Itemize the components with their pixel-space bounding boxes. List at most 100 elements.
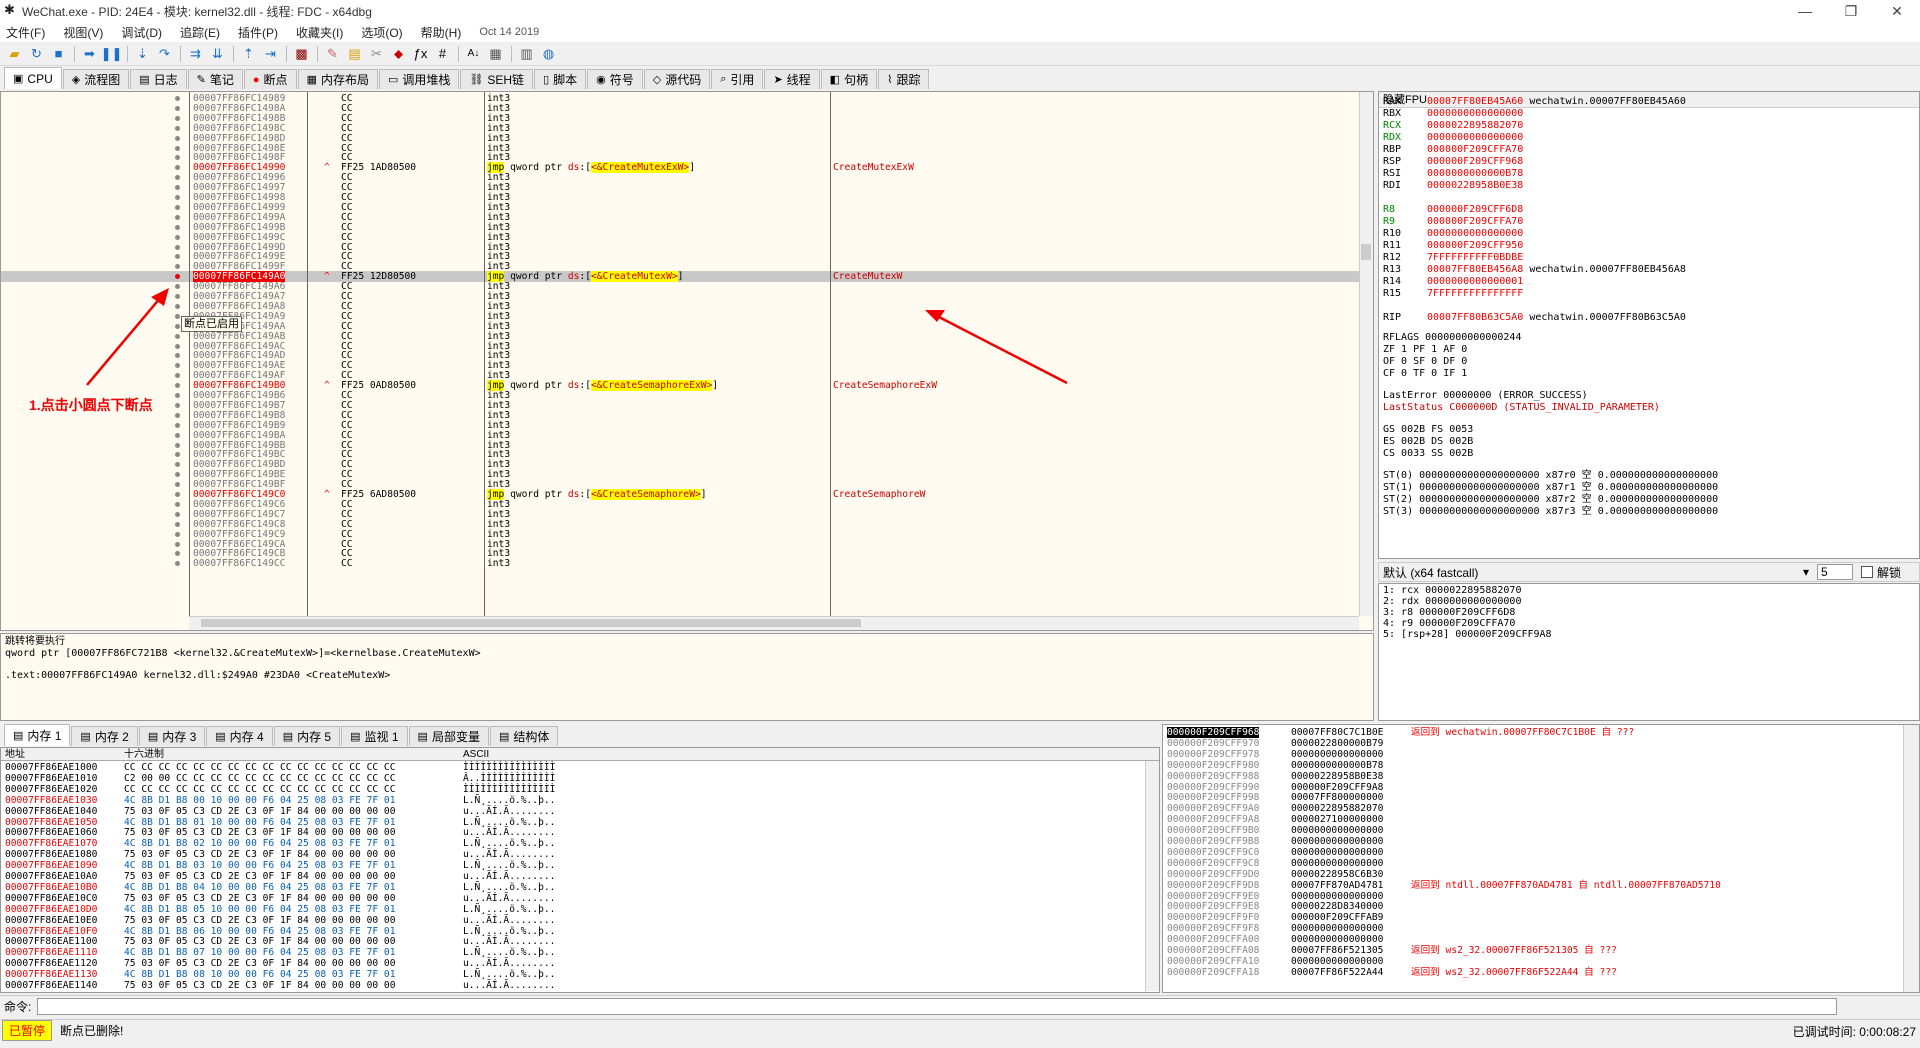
menu-item[interactable]: 追踪(E) xyxy=(180,24,220,41)
tab-流程图[interactable]: ◈ 流程图 xyxy=(62,69,130,89)
register-row[interactable]: R15 7FFFFFFFFFFFFFFF xyxy=(1383,288,1523,299)
flags-row[interactable]: OF 0 SF 0 DF 0 xyxy=(1383,356,1467,367)
tab-跟踪[interactable]: ⌇ 跟踪 xyxy=(878,69,930,89)
bookmarks-icon[interactable]: ⬥ xyxy=(388,44,409,64)
trace-into-icon[interactable]: ⇉ xyxy=(185,44,206,64)
tab-线程[interactable]: ➤ 线程 xyxy=(764,69,820,89)
stack-view[interactable]: 000000F209CFF968 00007FF80C7C1B0E 返回到 wech… xyxy=(1162,724,1920,993)
flags-row[interactable]: CF 0 TF 0 IF 1 xyxy=(1383,368,1467,379)
argument-row[interactable]: 3: r8 000000F209CFF6D8 xyxy=(1383,607,1915,618)
register-row[interactable]: RDX 0000000000000000 xyxy=(1383,132,1523,143)
register-row[interactable] xyxy=(1383,300,1427,311)
dump-tab[interactable]: ▤ 内存 3 xyxy=(138,726,206,746)
register-row[interactable]: RBP 000000F209CFFA70 xyxy=(1383,144,1523,155)
argument-row[interactable]: 4: r9 000000F209CFFA70 xyxy=(1383,618,1915,629)
registers-panel[interactable]: 隐藏FPU RAX 00007FF80EB45A60 wechatwin.0000… xyxy=(1378,91,1920,559)
hex-column-header[interactable]: 十六进制 xyxy=(124,748,164,761)
register-row[interactable]: R14 0000000000000001 xyxy=(1383,276,1523,287)
font-icon[interactable]: A↓ xyxy=(463,44,484,64)
tab-句柄[interactable]: ◧ 句柄 xyxy=(820,69,878,89)
calculator-icon[interactable]: ▦ xyxy=(485,44,506,64)
menu-item[interactable]: 调试(D) xyxy=(121,24,162,41)
tab-符号[interactable]: ◉ 符号 xyxy=(587,69,643,89)
command-input[interactable] xyxy=(37,998,1838,1015)
flags-row[interactable]: RFLAGS 0000000000000244 xyxy=(1383,332,1521,343)
cheat-sheet-icon[interactable]: ▥ xyxy=(516,44,537,64)
argument-row[interactable]: 2: rdx 0000000000000000 xyxy=(1383,596,1915,607)
register-row[interactable]: R11 000000F209CFF950 xyxy=(1383,240,1523,251)
register-row[interactable]: RSI 0000000000000B78 xyxy=(1383,168,1523,179)
tab-CPU[interactable]: ▣ CPU xyxy=(4,67,62,89)
tab-源代码[interactable]: ◇ 源代码 xyxy=(643,69,711,89)
ascii-column-header[interactable]: ASCII xyxy=(463,748,489,761)
close-button[interactable]: ✕ xyxy=(1874,0,1920,22)
fpu-row[interactable]: ST(0) 00000000000000000000 x87r0 空 0.000… xyxy=(1383,470,1718,481)
minimize-button[interactable]: — xyxy=(1782,0,1828,22)
memory-dump-view[interactable]: 地址 十六进制 ASCII 00007FF86EAE1000 CC CC CC C… xyxy=(0,747,1160,993)
dump-tab[interactable]: ▤ 监视 1 xyxy=(341,726,408,746)
tab-断点[interactable]: ● 断点 xyxy=(243,69,297,89)
arg-count-spinner[interactable]: 5 xyxy=(1817,564,1854,580)
register-row[interactable] xyxy=(1383,192,1427,203)
stop-icon[interactable]: ■ xyxy=(48,44,69,64)
open-file-icon[interactable]: ▰ xyxy=(4,44,25,64)
dump-tab[interactable]: ▤ 内存 4 xyxy=(206,726,273,746)
argument-row[interactable]: 1: rcx 0000022895882070 xyxy=(1383,585,1915,596)
menu-item[interactable]: 插件(P) xyxy=(238,24,278,41)
register-row[interactable]: R8 000000F209CFF6D8 xyxy=(1383,204,1523,215)
dump-scrollbar[interactable] xyxy=(1145,761,1159,991)
unlock-checkbox[interactable] xyxy=(1861,566,1874,578)
tab-内存布局[interactable]: ▦ 内存布局 xyxy=(297,69,378,89)
tab-引用[interactable]: ⌕ 引用 xyxy=(711,69,764,89)
execute-till-return-icon[interactable]: ⇡ xyxy=(238,44,259,64)
dropdown-arrow-icon[interactable]: ▾ xyxy=(1803,565,1809,579)
register-row[interactable]: R13 00007FF80EB456A8 wechatwin.00007FF80E… xyxy=(1383,264,1686,275)
dump-tab[interactable]: ▤ 内存 2 xyxy=(71,726,138,746)
flags-row[interactable]: ZF 1 PF 1 AF 0 xyxy=(1383,344,1467,355)
globe-icon[interactable]: ◍ xyxy=(538,44,559,64)
menu-item[interactable]: 视图(V) xyxy=(63,24,103,41)
tab-日志[interactable]: ▤ 日志 xyxy=(130,69,187,89)
dump-tab[interactable]: ▤ 内存 5 xyxy=(273,726,341,746)
comments-icon[interactable]: ▤ xyxy=(344,44,365,64)
tab-调用堆栈[interactable]: ▭ 调用堆栈 xyxy=(378,69,460,89)
trace-over-icon[interactable]: ⇊ xyxy=(207,44,228,64)
fpu-row[interactable]: ST(2) 00000000000000000000 x87r2 空 0.000… xyxy=(1383,494,1718,505)
register-row[interactable]: RSP 000000F209CFF968 xyxy=(1383,156,1523,167)
menu-item[interactable]: 帮助(H) xyxy=(421,24,462,41)
stack-scrollbar[interactable] xyxy=(1903,725,1919,992)
address-column-header[interactable]: 地址 xyxy=(5,748,25,761)
register-row[interactable]: RBX 0000000000000000 xyxy=(1383,108,1523,119)
restart-icon[interactable]: ↻ xyxy=(26,44,47,64)
menu-item[interactable]: 文件(F) xyxy=(6,24,45,41)
menu-item[interactable]: 收藏夹(I) xyxy=(296,24,343,41)
fpu-row[interactable]: ST(3) 00000000000000000000 x87r3 空 0.000… xyxy=(1383,506,1718,517)
argument-row[interactable]: 5: [rsp+28] 000000F209CFF9A8 xyxy=(1383,629,1915,640)
register-row[interactable]: RDI 00000228958B0E38 xyxy=(1383,180,1523,191)
dump-tab[interactable]: ▤ 局部变量 xyxy=(408,726,489,746)
calling-convention-select[interactable]: 默认 (x64 fastcall) xyxy=(1383,564,1803,581)
dump-tab[interactable]: ▤ 内存 1 xyxy=(4,724,71,746)
step-into-icon[interactable]: ⇣ xyxy=(132,44,153,64)
maximize-button[interactable]: ❐ xyxy=(1828,0,1874,22)
register-row[interactable]: R12 7FFFFFFFFFF0BDBE xyxy=(1383,252,1523,263)
step-over-icon[interactable]: ↷ xyxy=(154,44,175,64)
dump-tab[interactable]: ▤ 结构体 xyxy=(489,726,559,746)
patch-icon[interactable]: ✎ xyxy=(322,44,343,64)
scylla-icon[interactable]: ▩ xyxy=(291,44,312,64)
menu-item[interactable]: 选项(O) xyxy=(361,24,402,41)
labels-icon[interactable]: ✂ xyxy=(366,44,387,64)
disassembly-view[interactable]: 00007FF86FC14989 CC int3 00007FF86FC1498A CC… xyxy=(0,91,1374,631)
register-row[interactable]: RIP 00007FF80B63C5A0 wechatwin.00007FF80B… xyxy=(1383,312,1686,323)
tab-脚本[interactable]: ▯ 脚本 xyxy=(534,69,587,89)
run-to-user-code-icon[interactable]: ⇥ xyxy=(260,44,281,64)
register-row[interactable]: R10 0000000000000000 xyxy=(1383,228,1523,239)
fpu-row[interactable]: ST(1) 00000000000000000000 x87r1 空 0.000… xyxy=(1383,482,1718,493)
tab-SEH链[interactable]: ⛓ SEH链 xyxy=(460,69,534,89)
run-icon[interactable]: ➡ xyxy=(79,44,100,64)
tab-笔记[interactable]: ✎ 笔记 xyxy=(187,69,243,89)
arguments-view[interactable]: 1: rcx 0000022895882070 2: rdx 0000000000… xyxy=(1378,583,1920,721)
functions-icon[interactable]: ƒx xyxy=(410,44,431,64)
register-row[interactable]: RAX 00007FF80EB45A60 wechatwin.00007FF80E… xyxy=(1383,96,1686,107)
register-row[interactable]: R9 000000F209CFFA70 xyxy=(1383,216,1523,227)
